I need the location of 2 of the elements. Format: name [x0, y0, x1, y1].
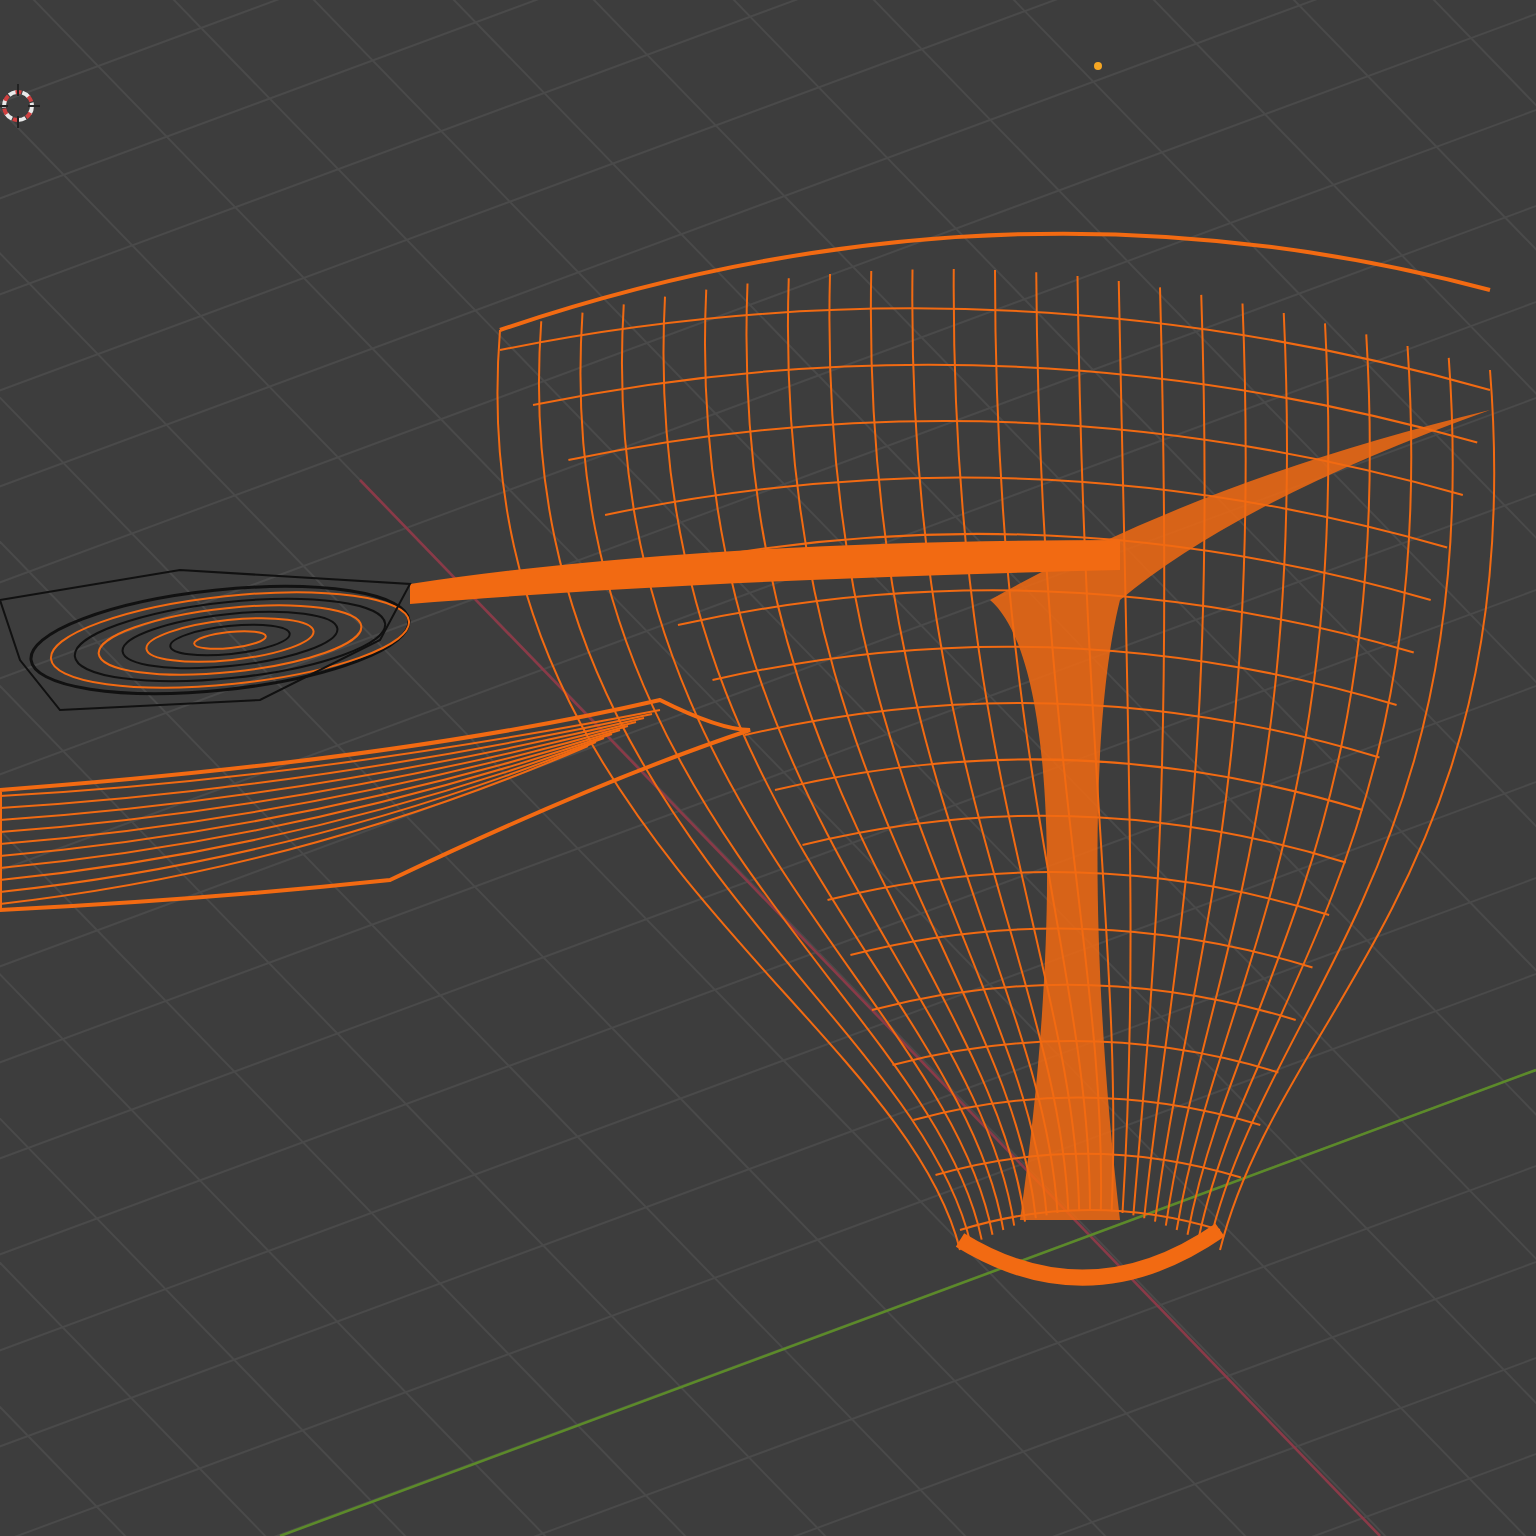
3d-cursor-icon: [0, 83, 41, 129]
origin-dot-icon: [1094, 62, 1102, 70]
